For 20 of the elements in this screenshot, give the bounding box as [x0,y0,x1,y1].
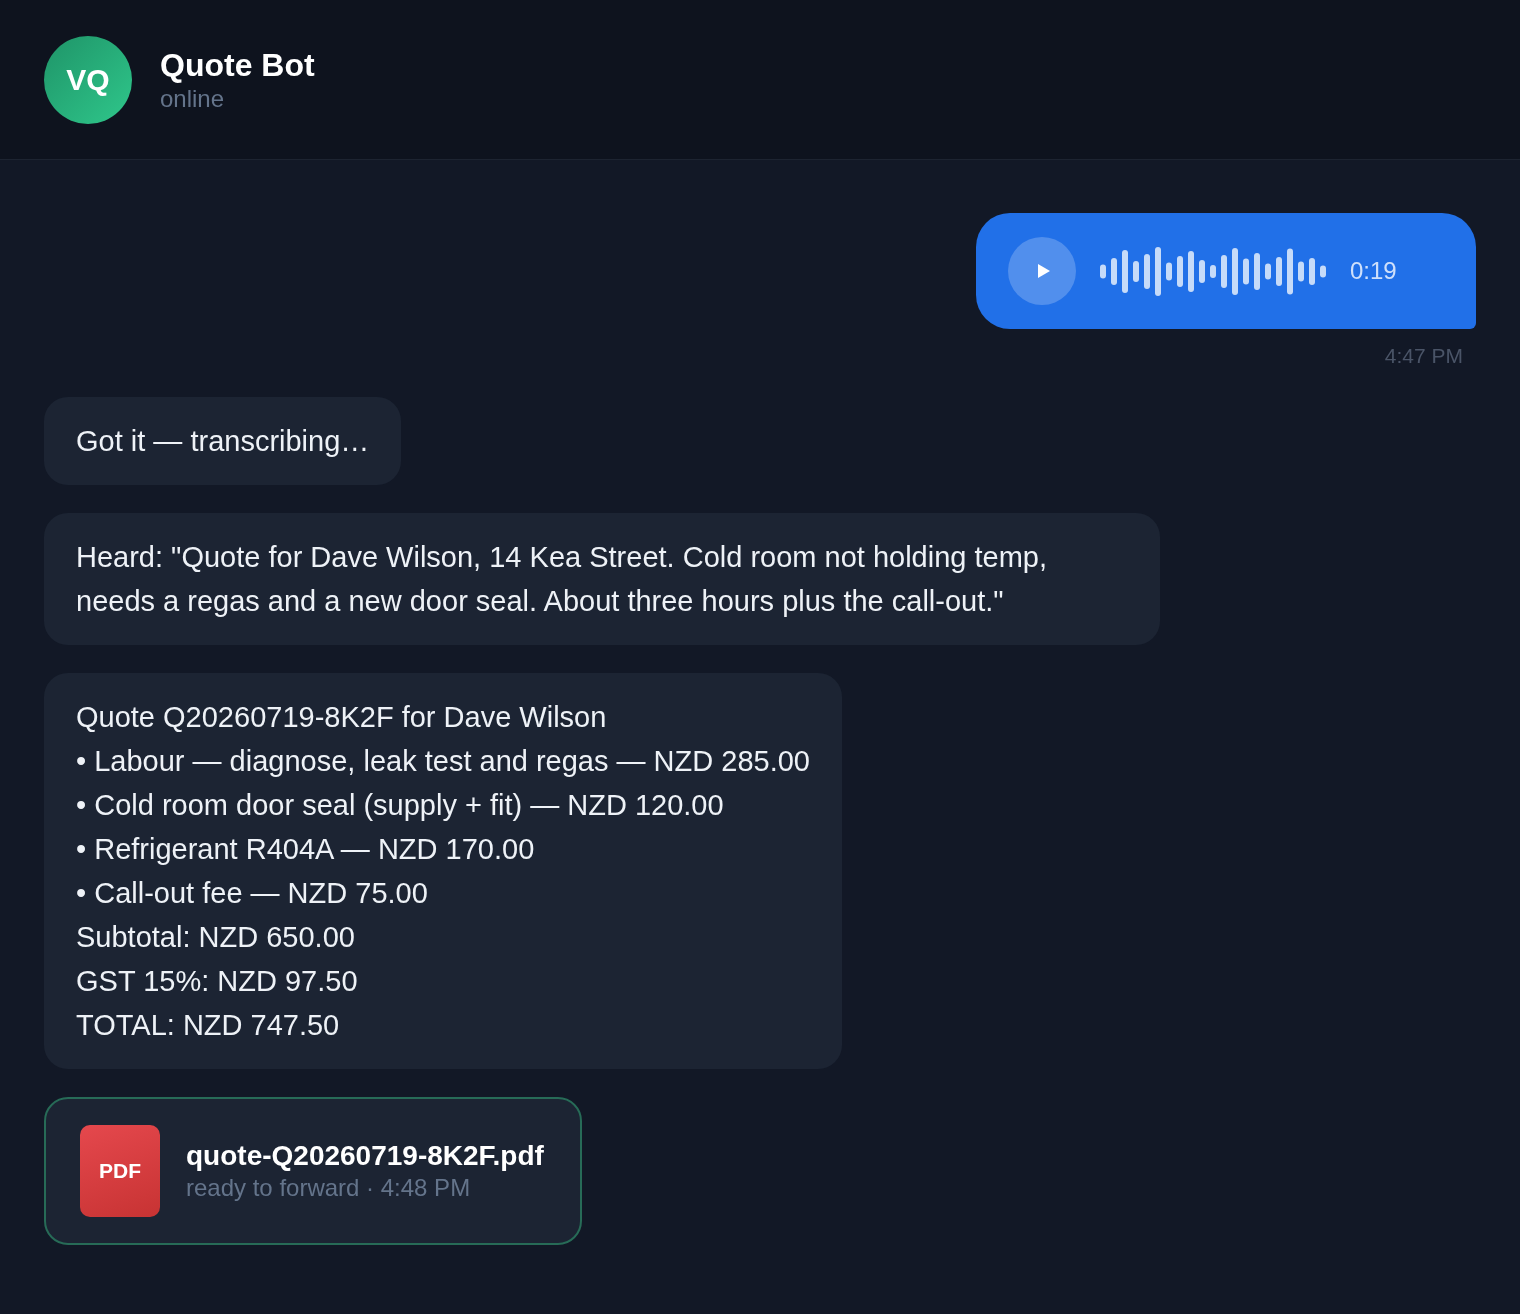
message-text: TOTAL: NZD 747.50 [76,1008,341,1043]
message-text: • Call-out fee — NZD 75.00 [76,876,429,911]
file-name: quote-Q20260719-8K2F.pdf [186,1140,544,1172]
message-text: • Cold room door seal (supply + fit) — NZD 120.00 [76,788,725,823]
status-text: online [160,85,226,113]
message-text: Heard: "Quote for Dave Wilson, 14 Kea Street. Cold room not holding temp, needs a regas and a new door seal. About three hours plus the call-out." [76,540,1048,619]
chat-title: Quote Bot [160,47,315,83]
message-text: Quote Q20260719-8K2F for Dave Wilson [76,700,608,735]
message-time: 4:47 PM [1384,343,1463,369]
file-caption: ready to forward · 4:48 PM [186,1174,472,1202]
file-type-tile: PDF [80,1125,160,1217]
message-text: GST 15%: NZD 97.50 [76,964,359,999]
file-attachment[interactable]: PDF quote-Q20260719-8K2F.pdf ready to forward · 4:48 PM [44,1097,582,1245]
message-text: Subtotal: NZD 650.00 [76,920,356,955]
play-icon [1037,264,1050,278]
voice-duration: 0:19 [1350,257,1397,285]
message-text: • Labour — diagnose, leak test and regas — NZD 285.00 [76,744,810,779]
message-text: Got it — transcribing… [76,424,370,459]
avatar: VQ [44,36,132,124]
message-text: • Refrigerant R404A — NZD 170.00 [76,832,536,867]
